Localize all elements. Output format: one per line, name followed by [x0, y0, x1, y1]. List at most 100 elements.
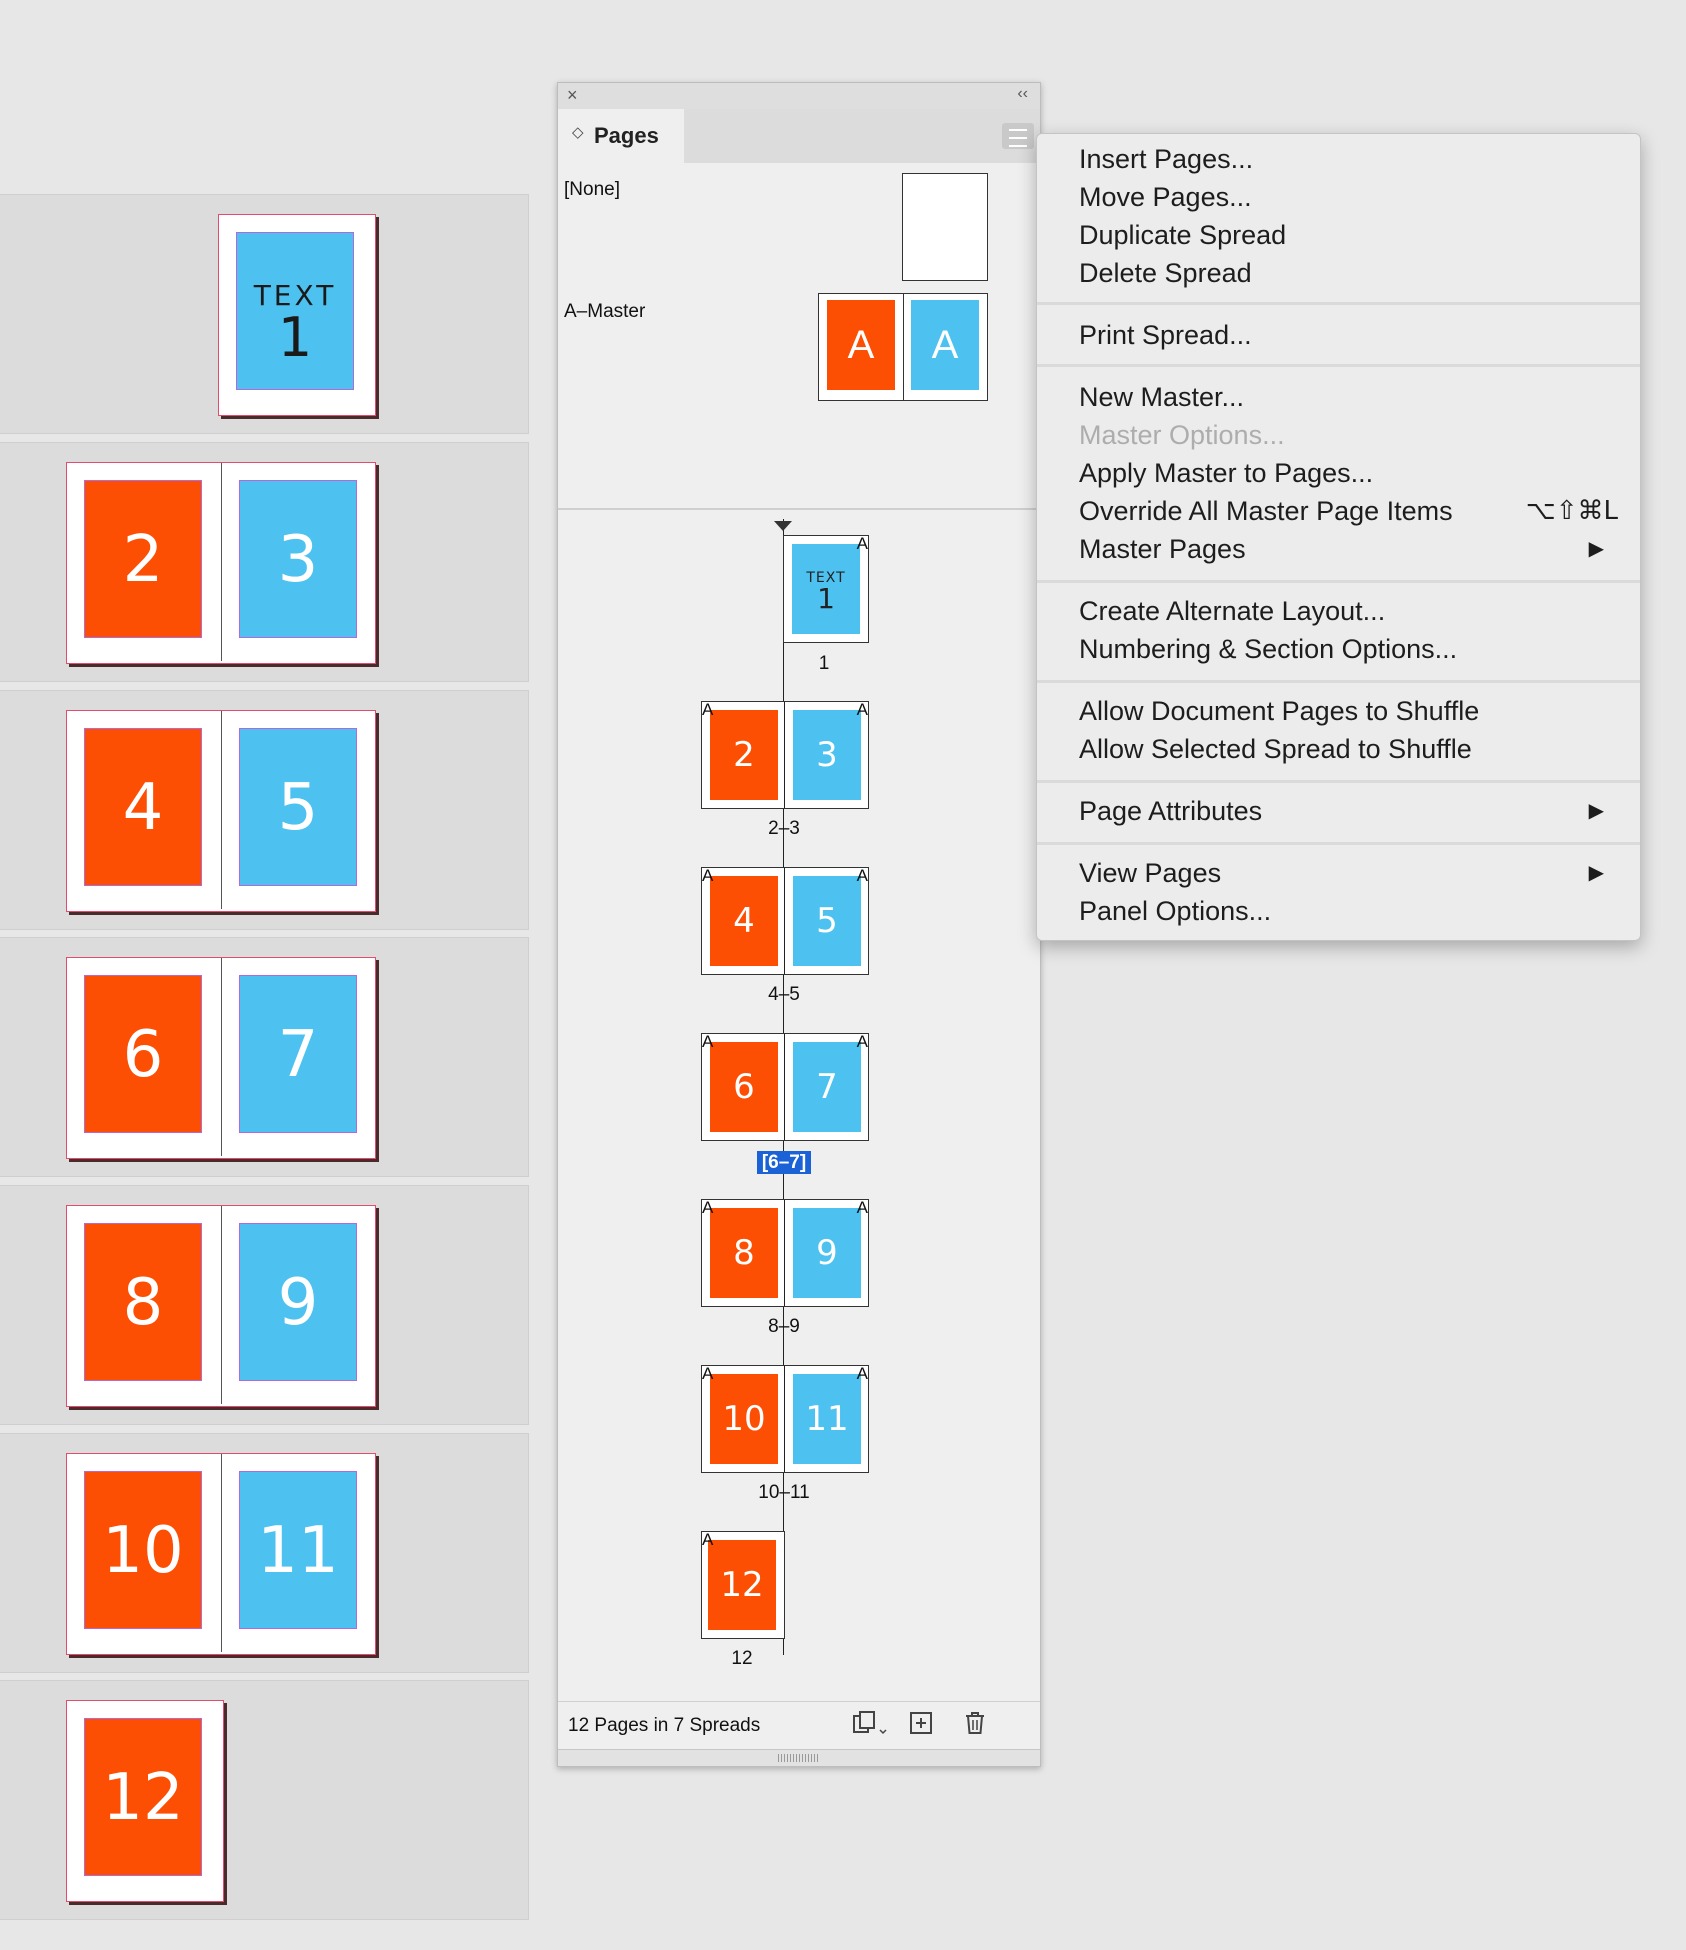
page-7[interactable]: 7	[221, 958, 374, 1156]
page-5[interactable]: 5	[221, 711, 374, 909]
page-1[interactable]: TEXT 1	[219, 215, 371, 413]
page-thumbnail-1[interactable]: TEXT 1 A	[783, 534, 869, 643]
spread-label[interactable]: 8–9	[724, 1316, 844, 1338]
menu-separator	[1037, 580, 1640, 583]
tab-reorder-icon: ◇	[572, 124, 584, 141]
master-indicator: A	[856, 866, 868, 885]
menu-item-print-spread[interactable]: Print Spread...	[1079, 316, 1252, 354]
page-thumbnail-12[interactable]: 12 A	[701, 1530, 785, 1639]
page-8[interactable]: 8	[67, 1206, 219, 1404]
page-count-status: 12 Pages in 7 Spreads	[568, 1715, 761, 1736]
thumbnail-page-number: 10	[710, 1374, 778, 1464]
spread-label[interactable]: 10–11	[724, 1482, 844, 1504]
panel-footer: 12 Pages in 7 Spreads	[558, 1701, 1040, 1748]
menu-item-page-attributes[interactable]: Page Attributes	[1079, 792, 1262, 830]
master-indicator: A	[856, 1032, 868, 1051]
thumbnail-page-number: 2	[710, 710, 778, 800]
tab-pages[interactable]: ◇ Pages	[558, 109, 684, 163]
spread-thumbnail-2-3[interactable]: 2 3 A A	[701, 700, 869, 809]
page-12[interactable]: 12	[67, 1701, 219, 1899]
thumbnail-page-number: 4	[710, 876, 778, 966]
panel-titlebar: × ‹‹	[558, 83, 1040, 109]
thumbnail-page-number: 11	[793, 1374, 861, 1464]
thumbnail-page-number: 5	[793, 876, 861, 966]
menu-item-numbering-section-options[interactable]: Numbering & Section Options...	[1079, 630, 1457, 668]
spread-label[interactable]: 1	[764, 653, 884, 675]
spread-pages-6-7[interactable]: 6 7	[66, 957, 376, 1159]
thumbnail-page: TEXT 1	[792, 544, 860, 634]
spread-thumbnail-8-9[interactable]: 8 9 A A	[701, 1198, 869, 1307]
spread-page-1[interactable]: TEXT 1	[218, 214, 376, 416]
master-indicator: A	[856, 1364, 868, 1383]
panel-menu-button[interactable]	[1002, 123, 1034, 149]
menu-item-duplicate-spread[interactable]: Duplicate Spread	[1079, 216, 1286, 254]
menu-item-master-options: Master Options...	[1079, 420, 1285, 450]
none-master-label[interactable]: [None]	[564, 179, 620, 201]
page-10[interactable]: 10	[67, 1454, 219, 1652]
page-number: 3	[239, 480, 357, 638]
master-indicator: A	[702, 1198, 714, 1217]
spread-thumbnail-4-5[interactable]: 4 5 A A	[701, 866, 869, 975]
a-master-label[interactable]: A–Master	[564, 301, 645, 323]
menu-item-insert-pages[interactable]: Insert Pages...	[1079, 140, 1253, 178]
menu-item-panel-options[interactable]: Panel Options...	[1079, 892, 1271, 930]
page-number: 10	[84, 1471, 202, 1629]
document-canvas: TEXT 1 2 3 4 5 6 7 8 9 10 11 12	[0, 0, 530, 1950]
spread-pages-10-11[interactable]: 10 11	[66, 1453, 376, 1655]
page-number: 1	[277, 306, 313, 369]
edit-page-size-icon[interactable]	[850, 1710, 888, 1745]
master-indicator: A	[856, 534, 868, 553]
tab-label: Pages	[594, 123, 659, 148]
thumbnail-page-number: 6	[710, 1042, 778, 1132]
master-indicator: A	[702, 700, 714, 719]
submenu-arrow-icon: ▶	[1588, 862, 1604, 884]
menu-item-allow-document-shuffle[interactable]: Allow Document Pages to Shuffle	[1079, 692, 1479, 730]
page-9[interactable]: 9	[221, 1206, 374, 1404]
menu-item-view-pages[interactable]: View Pages	[1079, 854, 1221, 892]
menu-item-master-pages[interactable]: Master Pages	[1079, 530, 1246, 568]
menu-item-create-alternate-layout[interactable]: Create Alternate Layout...	[1079, 592, 1385, 630]
submenu-arrow-icon: ▶	[1588, 538, 1604, 560]
page-4[interactable]: 4	[67, 711, 219, 909]
page-number: 5	[239, 728, 357, 886]
a-master-thumbnail[interactable]: A A	[818, 293, 988, 401]
page-6[interactable]: 6	[67, 958, 219, 1156]
new-page-icon[interactable]	[908, 1710, 934, 1743]
menu-item-move-pages[interactable]: Move Pages...	[1079, 178, 1252, 216]
collapse-icon[interactable]: ‹‹	[1017, 85, 1028, 103]
menu-item-allow-spread-shuffle[interactable]: Allow Selected Spread to Shuffle	[1079, 730, 1472, 768]
text-frame[interactable]: TEXT 1	[236, 232, 354, 390]
trash-icon[interactable]	[962, 1710, 988, 1743]
menu-item-override-master-items[interactable]: Override All Master Page Items	[1079, 492, 1453, 530]
spread-pages-8-9[interactable]: 8 9	[66, 1205, 376, 1407]
start-page-indicator-icon	[774, 521, 792, 531]
menu-item-apply-master[interactable]: Apply Master to Pages...	[1079, 454, 1373, 492]
menu-separator	[1037, 680, 1640, 683]
master-indicator: A	[702, 1530, 714, 1549]
page-11[interactable]: 11	[221, 1454, 374, 1652]
master-right-page: A	[911, 300, 979, 390]
spread-label[interactable]: 12	[682, 1648, 802, 1670]
menu-item-new-master[interactable]: New Master...	[1079, 378, 1244, 416]
spread-thumbnail-10-11[interactable]: 10 11 A A	[701, 1364, 869, 1473]
spread-page-12[interactable]: 12	[66, 1700, 224, 1902]
close-icon[interactable]: ×	[567, 85, 578, 106]
spread-label-selected[interactable]: [6–7]	[724, 1151, 844, 1174]
pages-panel: × ‹‹ ◇ Pages [None] A–Master A A TEXT 1 …	[557, 82, 1041, 1767]
none-master-thumbnail[interactable]	[902, 173, 988, 281]
spread-pages-2-3[interactable]: 2 3	[66, 462, 376, 664]
spread-label[interactable]: 4–5	[724, 984, 844, 1006]
menu-shortcut: ⌥⇧⌘L	[1525, 496, 1618, 526]
thumbnail-page-number: 7	[793, 1042, 861, 1132]
menu-item-delete-spread[interactable]: Delete Spread	[1079, 254, 1252, 292]
spread-thumbnail-6-7[interactable]: 6 7 A A	[701, 1032, 869, 1141]
panel-resize-grip[interactable]	[558, 1749, 1040, 1766]
spread-label[interactable]: 2–3	[724, 818, 844, 840]
master-indicator: A	[702, 1364, 714, 1383]
spread-pages-4-5[interactable]: 4 5	[66, 710, 376, 912]
page-2[interactable]: 2	[67, 463, 219, 661]
menu-separator	[1037, 780, 1640, 783]
master-indicator: A	[856, 1198, 868, 1217]
page-3[interactable]: 3	[221, 463, 374, 661]
panel-divider[interactable]	[558, 508, 1040, 510]
